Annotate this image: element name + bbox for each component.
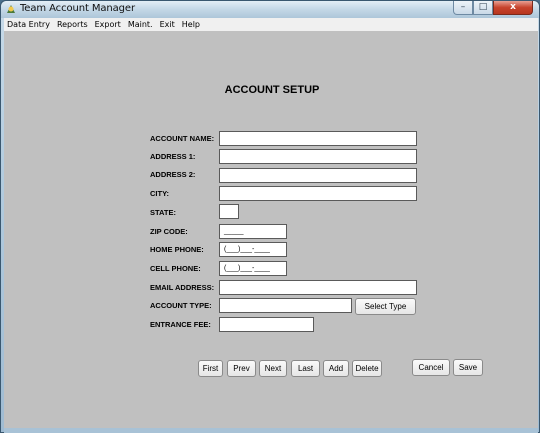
address1-input[interactable] bbox=[219, 149, 417, 164]
app-icon bbox=[7, 5, 15, 13]
menu-help[interactable]: Help bbox=[182, 20, 200, 29]
state-label: STATE: bbox=[150, 208, 176, 217]
city-label: CITY: bbox=[150, 189, 170, 198]
menu-reports[interactable]: Reports bbox=[57, 20, 88, 29]
minimize-button[interactable]: – bbox=[453, 1, 473, 15]
email-input[interactable] bbox=[219, 280, 417, 295]
cell-phone-input[interactable]: (___)___-____ bbox=[219, 261, 287, 276]
home-phone-label: HOME PHONE: bbox=[150, 245, 204, 254]
prev-button[interactable]: Prev bbox=[227, 360, 256, 377]
cell-phone-label: CELL PHONE: bbox=[150, 264, 201, 273]
account-name-input[interactable] bbox=[219, 131, 417, 146]
maximize-button[interactable]: □ bbox=[473, 1, 493, 15]
app-window: Team Account Manager – □ x Data Entry Re… bbox=[0, 0, 540, 433]
menu-bar: Data Entry Reports Export Maint. Exit He… bbox=[4, 18, 538, 31]
delete-button[interactable]: Delete bbox=[352, 360, 382, 377]
address2-label: ADDRESS 2: bbox=[150, 170, 196, 179]
cancel-button[interactable]: Cancel bbox=[412, 359, 450, 376]
email-label: EMAIL ADDRESS: bbox=[150, 283, 215, 292]
menu-export[interactable]: Export bbox=[95, 20, 121, 29]
zip-input[interactable]: _____ bbox=[219, 224, 287, 239]
address2-input[interactable] bbox=[219, 168, 417, 183]
last-button[interactable]: Last bbox=[291, 360, 320, 377]
window-bottom-border bbox=[4, 428, 538, 433]
form-panel: ACCOUNT SETUP ACCOUNT NAME: ADDRESS 1: A… bbox=[4, 31, 538, 428]
account-name-label: ACCOUNT NAME: bbox=[150, 134, 215, 143]
save-button[interactable]: Save bbox=[453, 359, 483, 376]
entrance-fee-label: ENTRANCE FEE: bbox=[150, 320, 211, 329]
city-input[interactable] bbox=[219, 186, 417, 201]
page-title: ACCOUNT SETUP bbox=[224, 84, 320, 96]
next-button[interactable]: Next bbox=[259, 360, 287, 377]
address1-label: ADDRESS 1: bbox=[150, 152, 196, 161]
first-button[interactable]: First bbox=[198, 360, 223, 377]
window-controls: – □ x bbox=[453, 1, 533, 16]
add-button[interactable]: Add bbox=[323, 360, 349, 377]
menu-data-entry[interactable]: Data Entry bbox=[7, 20, 50, 29]
home-phone-input[interactable]: (___)___-____ bbox=[219, 242, 287, 257]
zip-label: ZIP CODE: bbox=[150, 227, 188, 236]
select-type-button[interactable]: Select Type bbox=[355, 298, 416, 315]
menu-exit[interactable]: Exit bbox=[160, 20, 175, 29]
account-type-input[interactable] bbox=[219, 298, 352, 313]
entrance-fee-input[interactable] bbox=[219, 317, 314, 332]
close-button[interactable]: x bbox=[493, 1, 533, 15]
title-bar[interactable]: Team Account Manager – □ x bbox=[1, 1, 539, 18]
account-type-label: ACCOUNT TYPE: bbox=[150, 301, 212, 310]
window-title: Team Account Manager bbox=[20, 3, 135, 14]
state-input[interactable] bbox=[219, 204, 239, 219]
menu-maint[interactable]: Maint. bbox=[128, 20, 153, 29]
